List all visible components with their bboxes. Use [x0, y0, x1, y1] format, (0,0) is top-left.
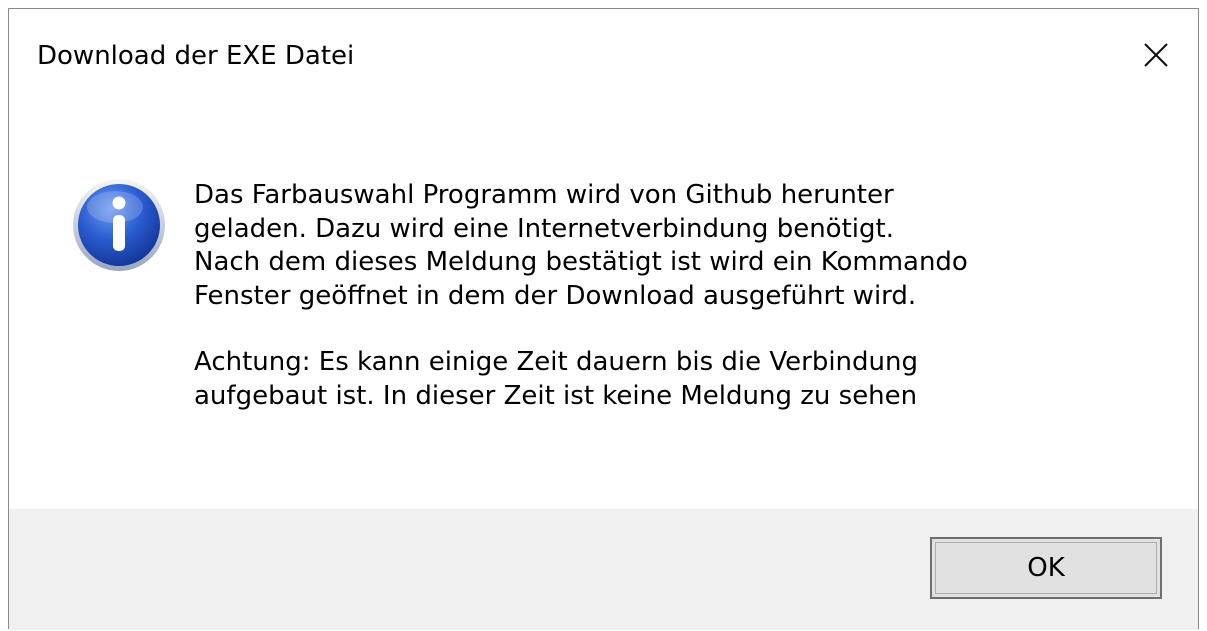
ok-button-label: OK	[1027, 553, 1065, 583]
message-text: Das Farbauswahl Programm wird von Github…	[194, 179, 1154, 413]
message-dialog: Download der EXE Datei Das Farbauswahl P…	[8, 8, 1199, 630]
message-paragraph: Achtung: Es kann einige Zeit dauern bis …	[194, 347, 918, 411]
dialog-title: Download der EXE Datei	[37, 41, 355, 71]
close-icon	[1144, 43, 1168, 67]
button-bar: OK	[9, 509, 1198, 630]
info-icon	[73, 179, 165, 271]
ok-button[interactable]: OK	[930, 537, 1162, 599]
title-bar[interactable]: Download der EXE Datei	[9, 9, 1198, 101]
message-paragraph: Das Farbauswahl Programm wird von Github…	[194, 180, 968, 311]
close-button[interactable]	[1132, 31, 1180, 79]
dialog-content: Das Farbauswahl Programm wird von Github…	[9, 101, 1198, 509]
